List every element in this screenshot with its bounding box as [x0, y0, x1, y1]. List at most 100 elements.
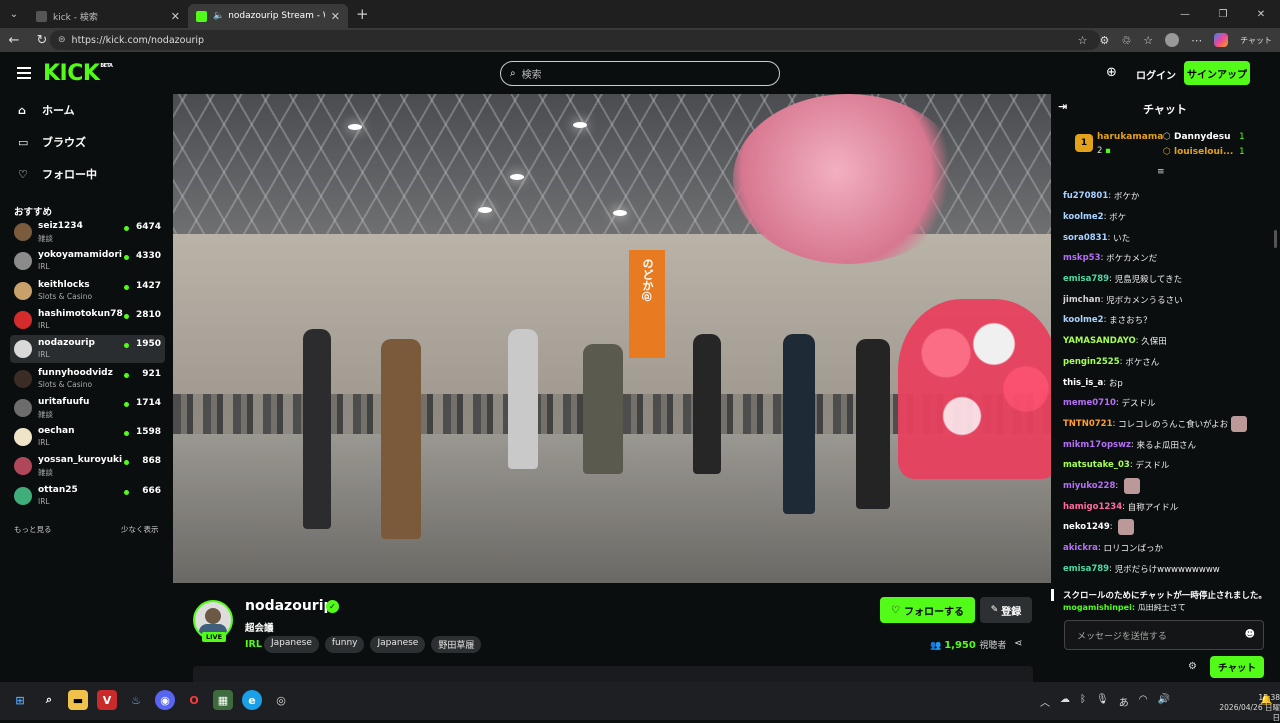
sidebar-channel-oechan[interactable]: oechan IRL 1598: [10, 423, 165, 451]
more-icon[interactable]: ⋯: [1191, 34, 1202, 47]
tag[interactable]: Japanese: [370, 636, 426, 653]
sidebar-item-following[interactable]: ♡ フォロー中: [18, 166, 97, 182]
opera-icon[interactable]: O: [184, 690, 204, 710]
back-icon[interactable]: ←: [0, 33, 28, 48]
show-hidden-icons-icon[interactable]: ︿: [1040, 694, 1050, 709]
chrome-icon[interactable]: ◎: [271, 690, 291, 710]
sidebar-channel-nodazourip[interactable]: nodazourip IRL 1950: [10, 335, 165, 364]
chat-username[interactable]: this_is_a: [1063, 378, 1103, 388]
close-window-icon[interactable]: ✕: [1242, 0, 1280, 28]
notifications-bell-icon[interactable]: 🔔: [1260, 695, 1272, 706]
copilot-label[interactable]: チャット: [1240, 35, 1272, 46]
url-field[interactable]: ⊜ https://kick.com/nodazourip: [50, 30, 1100, 50]
minimize-icon[interactable]: —: [1166, 0, 1204, 28]
share-icon[interactable]: ⋖: [1014, 638, 1022, 649]
chat-message-input[interactable]: メッセージを送信する ☻: [1064, 620, 1264, 650]
steam-icon[interactable]: ♨: [126, 690, 146, 710]
top-gifter-name[interactable]: harukamama: [1097, 132, 1163, 142]
chat-username[interactable]: TNTN0721: [1063, 419, 1112, 429]
chat-username[interactable]: koolme2: [1063, 315, 1104, 325]
tab-list-menu-icon[interactable]: ⌄: [0, 0, 28, 28]
sidebar-channel-yossan_kuroyuki[interactable]: yossan_kuroyuki 雑談 868: [10, 452, 165, 480]
sidebar-channel-keithlocks[interactable]: keithlocks Slots & Casino 1427: [10, 277, 165, 305]
login-button[interactable]: ログイン: [1136, 67, 1176, 82]
close-tab-icon[interactable]: ✕: [331, 10, 340, 23]
browser-tab-active[interactable]: 🔈 nodazourip Stream - Watch Live ✕: [188, 4, 348, 28]
sidebar-item-home[interactable]: ⌂ ホーム: [18, 102, 75, 118]
chat-settings-gear-icon[interactable]: ⚙: [1188, 661, 1197, 672]
sidebar-channel-funnyhoodvidz[interactable]: funnyhoodvidz Slots & Casino 921: [10, 365, 165, 393]
emoji-icon[interactable]: ☻: [1245, 629, 1255, 640]
follow-button[interactable]: ♡ フォローする: [880, 597, 975, 623]
chat-username[interactable]: fu270801: [1063, 191, 1108, 201]
collapse-chat-icon[interactable]: ⇥: [1058, 100, 1067, 113]
vivaldi-icon[interactable]: V: [97, 690, 117, 710]
chat-username[interactable]: matsutake_03: [1063, 460, 1130, 470]
restore-icon[interactable]: ❐: [1204, 0, 1242, 28]
gifter-row[interactable]: ⬡ louiseloui... 1: [1163, 147, 1245, 157]
chat-username[interactable]: neko1249: [1063, 522, 1110, 532]
browser-tab[interactable]: kick - 検索 ✕: [28, 4, 188, 28]
chat-username[interactable]: emisa789: [1063, 274, 1109, 284]
close-tab-icon[interactable]: ✕: [171, 10, 180, 23]
subscribe-button[interactable]: ✎ 登録: [980, 597, 1032, 623]
hamburger-menu-icon[interactable]: [17, 67, 31, 79]
wifi-icon[interactable]: ◠: [1139, 694, 1148, 709]
chat-username[interactable]: mskp53: [1063, 253, 1100, 263]
game-app-icon[interactable]: ▦: [213, 690, 233, 710]
chat-username[interactable]: hamigo1234: [1063, 502, 1122, 512]
windows-start-icon[interactable]: ⊞: [10, 690, 30, 710]
chat-send-button[interactable]: チャット: [1210, 656, 1264, 678]
profile-switch-icon[interactable]: ♲: [1121, 34, 1131, 47]
show-less-link[interactable]: 少なく表示: [121, 524, 159, 535]
collections-icon[interactable]: ☆: [1143, 34, 1153, 47]
search-input[interactable]: ⌕ 検索: [500, 61, 780, 86]
page-scrollbar[interactable]: [1274, 230, 1277, 248]
site-info-icon[interactable]: ⊜: [58, 35, 66, 45]
new-tab-button[interactable]: +: [356, 5, 369, 23]
taskbar-search-icon[interactable]: ⌕: [39, 690, 59, 710]
kick-logo[interactable]: KICK BETA: [43, 61, 113, 86]
sidebar-channel-uritafuufu[interactable]: uritafuufu 雑談 1714: [10, 394, 165, 422]
extensions-icon[interactable]: ⚙: [1099, 34, 1109, 47]
sidebar-channel-seiz1234[interactable]: seiz1234 雑談 6474: [10, 218, 165, 246]
gifter-row[interactable]: ⬡ Dannydesu 1: [1163, 132, 1245, 142]
discord-icon[interactable]: ◉: [155, 690, 175, 710]
sidebar-channel-hashimotokun78[interactable]: hashimotokun78 IRL 2810: [10, 306, 165, 334]
chat-username[interactable]: akickra: [1063, 543, 1098, 553]
sidebar-channel-yokoyamamidori[interactable]: yokoyamamidori IRL 4330: [10, 247, 165, 275]
tag[interactable]: Japanese: [264, 636, 319, 653]
ime-icon[interactable]: あ: [1119, 694, 1129, 709]
tag[interactable]: 野田草履: [431, 636, 482, 653]
chat-username[interactable]: YAMASANDAYO: [1063, 336, 1136, 346]
bluetooth-icon[interactable]: ᛒ: [1080, 694, 1086, 709]
profile-avatar[interactable]: [1165, 33, 1180, 47]
chat-username[interactable]: miyuko228: [1063, 481, 1115, 491]
volume-icon[interactable]: 🔊: [1157, 694, 1169, 709]
chat-paused-notice[interactable]: スクロールのためにチャットが一時停止されました。: [1051, 586, 1280, 604]
language-globe-icon[interactable]: ⊕: [1106, 65, 1117, 80]
chat-username[interactable]: sora0831: [1063, 233, 1107, 243]
edge-icon[interactable]: e: [242, 690, 262, 710]
chat-username[interactable]: mikm17opswz: [1063, 440, 1131, 450]
sidebar-channel-ottan25[interactable]: ottan25 IRL 666: [10, 482, 165, 510]
microphone-icon[interactable]: 🎙: [1096, 694, 1109, 709]
show-more-link[interactable]: もっと見る: [14, 524, 52, 535]
favorite-star-icon[interactable]: ☆: [1078, 34, 1088, 47]
sidebar-item-browse[interactable]: ▭ ブラウズ: [18, 134, 86, 150]
chat-username[interactable]: koolme2: [1063, 212, 1104, 222]
speaker-icon[interactable]: 🔈: [213, 11, 224, 21]
video-player[interactable]: のどか@: [173, 94, 1051, 583]
copilot-icon[interactable]: [1214, 33, 1229, 47]
chat-username[interactable]: meme0710: [1063, 398, 1116, 408]
stream-category[interactable]: IRL: [245, 639, 262, 650]
onedrive-icon[interactable]: ☁: [1060, 694, 1070, 709]
file-explorer-icon[interactable]: ▬: [68, 690, 88, 710]
sort-icon[interactable]: ≡: [1157, 167, 1165, 177]
tag[interactable]: funny: [324, 636, 365, 653]
chat-username[interactable]: emisa789: [1063, 564, 1109, 574]
channel-name[interactable]: nodazourip: [245, 598, 334, 614]
chat-username[interactable]: jimchan: [1063, 295, 1101, 305]
signup-button[interactable]: サインアップ: [1184, 61, 1250, 85]
chat-username[interactable]: pengin2525: [1063, 357, 1120, 367]
